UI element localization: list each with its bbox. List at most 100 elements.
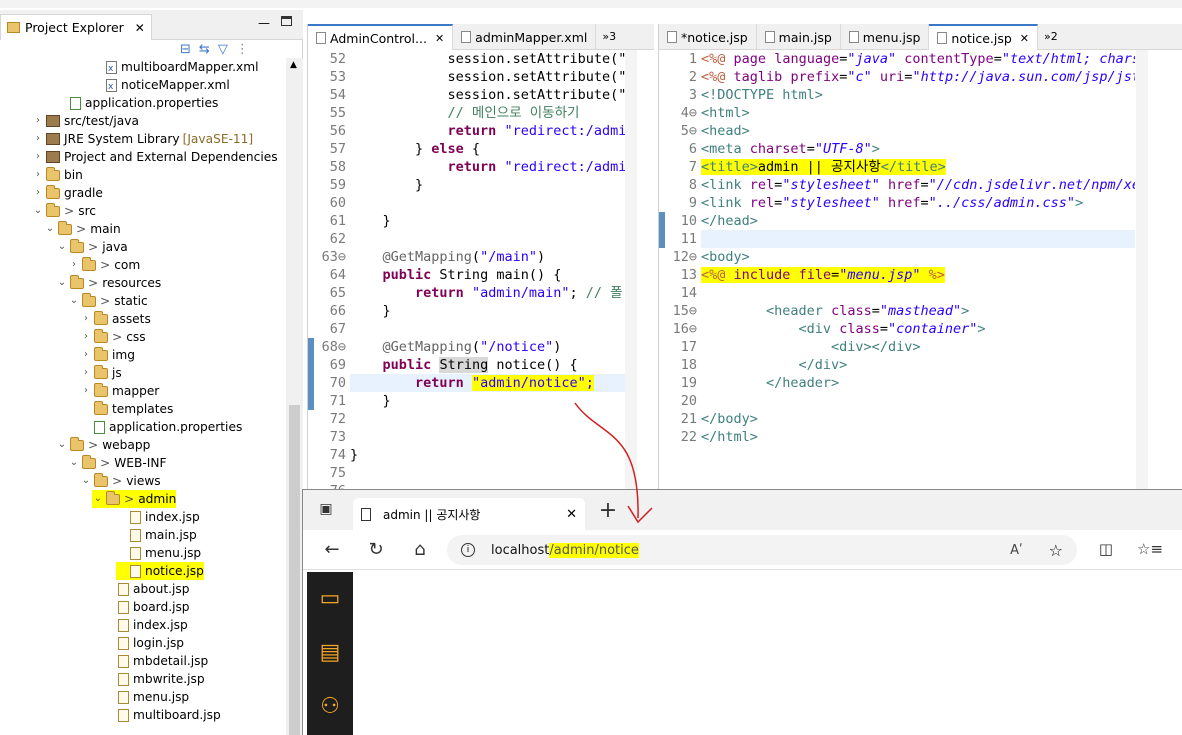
back-icon[interactable]: ←: [321, 538, 343, 560]
browser-tab[interactable]: admin || 공지사항 ✕: [353, 498, 585, 530]
editor-tab[interactable]: notice.jsp ✕: [929, 24, 1039, 50]
line-number: 72: [329, 411, 346, 427]
tree-item[interactable]: › JRE System Library [JavaSE-11]: [32, 130, 253, 148]
tree-item[interactable]: ⌄ > views: [80, 472, 161, 490]
more-tabs-button[interactable]: »3: [596, 24, 622, 49]
chevron-right-icon[interactable]: ›: [68, 256, 80, 274]
tree-item[interactable]: › img: [80, 346, 135, 364]
tree-item[interactable]: › js: [80, 364, 122, 382]
tree-item[interactable]: index.jsp: [104, 616, 188, 634]
chevron-right-icon[interactable]: ›: [32, 166, 44, 184]
editor-tab[interactable]: *notice.jsp: [659, 24, 757, 50]
editor-tab[interactable]: AdminControl... ✕: [308, 24, 454, 50]
collapse-all-icon[interactable]: ⊟: [180, 42, 191, 57]
tree-item[interactable]: › > com: [68, 256, 140, 274]
chevron-down-icon[interactable]: ⌄: [32, 202, 44, 220]
chevron-right-icon[interactable]: ›: [32, 148, 44, 166]
tree-item[interactable]: ⌄ > main: [44, 220, 121, 238]
tree-item[interactable]: › assets: [80, 310, 151, 328]
favorite-star-icon[interactable]: ☆: [1049, 541, 1063, 560]
tree-item[interactable]: mbwrite.jsp: [104, 670, 205, 688]
tree-item[interactable]: application.properties: [56, 94, 218, 112]
explorer-scroll-thumb[interactable]: [289, 405, 300, 735]
tree-item[interactable]: ⌄ > static: [68, 292, 148, 310]
chevron-right-icon[interactable]: ›: [32, 184, 44, 202]
chevron-down-icon[interactable]: ⌄: [56, 436, 68, 454]
editor-tab[interactable]: menu.jsp: [841, 24, 930, 50]
people-icon[interactable]: ⚇: [311, 686, 349, 726]
tree-item[interactable]: › gradle: [32, 184, 103, 202]
chevron-right-icon[interactable]: ›: [80, 364, 92, 382]
tree-item[interactable]: board.jsp: [104, 598, 190, 616]
tree-item[interactable]: multiboardMapper.xml: [92, 58, 259, 78]
chevron-right-icon[interactable]: ›: [80, 328, 92, 346]
link-editor-icon[interactable]: ⇆: [199, 42, 210, 57]
minimize-icon[interactable]: —: [258, 16, 270, 30]
tree-item[interactable]: › bin: [32, 166, 83, 184]
tree-item[interactable]: notice.jsp: [116, 562, 204, 580]
chevron-down-icon[interactable]: ⌄: [68, 292, 80, 310]
tree-item[interactable]: › > css: [80, 328, 146, 346]
split-screen-icon[interactable]: ◫: [1095, 538, 1117, 560]
url-field[interactable]: i localhost/admin/notice Aʹ ☆: [447, 535, 1077, 565]
editor-tab[interactable]: main.jsp: [757, 24, 841, 50]
tree-item[interactable]: application.properties: [80, 418, 242, 436]
chevron-right-icon[interactable]: ›: [80, 382, 92, 400]
tree-item-label: menu.jsp: [133, 690, 190, 704]
code-line: </html>: [701, 429, 758, 445]
folder-icon: [94, 382, 108, 397]
tree-item[interactable]: ⌄ > resources: [56, 274, 161, 292]
more-tabs-button[interactable]: »2: [1038, 24, 1064, 49]
tree-item[interactable]: about.jsp: [104, 580, 190, 598]
explorer-tab[interactable]: Project Explorer ✕: [0, 14, 152, 40]
editor-scrollbar[interactable]: [1136, 50, 1148, 494]
tree-item[interactable]: main.jsp: [116, 526, 197, 544]
refresh-icon[interactable]: ↻: [365, 538, 387, 560]
tree-item[interactable]: multiboard.jsp: [104, 706, 221, 724]
chevron-down-icon[interactable]: ⌄: [44, 220, 56, 238]
read-aloud-icon[interactable]: Aʹ: [1010, 543, 1023, 558]
tree-item[interactable]: mbdetail.jsp: [104, 652, 208, 670]
close-icon[interactable]: ✕: [135, 21, 145, 35]
chevron-down-icon[interactable]: ⌄: [80, 472, 92, 490]
code-line: // 메인으로 이동하기: [447, 105, 580, 121]
folder-icon: [106, 490, 120, 505]
tree-item[interactable]: ⌄ > src: [32, 202, 96, 220]
close-tab-icon[interactable]: ✕: [435, 32, 444, 45]
tree-item[interactable]: login.jsp: [104, 634, 184, 652]
chevron-down-icon[interactable]: ⌄: [68, 454, 80, 472]
chevron-right-icon[interactable]: ›: [80, 310, 92, 328]
maximize-icon[interactable]: [281, 16, 292, 26]
tree-item[interactable]: ⌄ > webapp: [56, 436, 150, 454]
home-icon[interactable]: ⌂: [409, 538, 431, 560]
tree-item[interactable]: menu.jsp: [104, 688, 189, 706]
tree-item[interactable]: › Project and External Dependencies: [32, 148, 278, 166]
tree-item[interactable]: › src/test/java: [32, 112, 139, 130]
chevron-down-icon[interactable]: ⌄: [56, 274, 68, 292]
tree-item[interactable]: ⌄ > WEB-INF: [68, 454, 166, 472]
tree-item[interactable]: menu.jsp: [116, 544, 201, 562]
close-tab-icon[interactable]: ✕: [1020, 32, 1029, 45]
tree-item[interactable]: ⌄ > java: [56, 238, 128, 256]
editor-tab[interactable]: adminMapper.xml: [453, 24, 597, 50]
scroll-up-icon[interactable]: ▲: [290, 60, 297, 70]
tree-item[interactable]: ⌄ > admin: [92, 490, 177, 508]
chevron-right-icon[interactable]: ›: [32, 112, 44, 130]
clipboard-icon[interactable]: ▤: [311, 632, 349, 672]
filter-icon[interactable]: ▽: [218, 42, 228, 57]
tree-item-label: index.jsp: [145, 510, 200, 524]
tree-item[interactable]: › mapper: [80, 382, 159, 400]
ide-window: Project Explorer ✕ — ⊟ ⇆ ▽ ⋮ multiboardM…: [0, 0, 1182, 735]
chevron-down-icon[interactable]: ⌄: [56, 238, 68, 256]
tab-actions-icon[interactable]: ▣: [317, 500, 335, 518]
tree-item[interactable]: index.jsp: [116, 508, 200, 526]
jsp-code-area[interactable]: <%@ page language="java" contentType="te…: [701, 50, 1135, 494]
tree-item[interactable]: templates: [80, 400, 173, 418]
chevron-right-icon[interactable]: ›: [32, 130, 44, 148]
favorites-icon[interactable]: ☆≡: [1137, 538, 1163, 560]
tree-item[interactable]: noticeMapper.xml: [92, 76, 230, 96]
layout-icon[interactable]: ▭: [311, 578, 349, 618]
view-menu-icon[interactable]: ⋮: [236, 42, 249, 57]
chevron-right-icon[interactable]: ›: [80, 346, 92, 364]
chevron-down-icon[interactable]: ⌄: [92, 490, 104, 508]
